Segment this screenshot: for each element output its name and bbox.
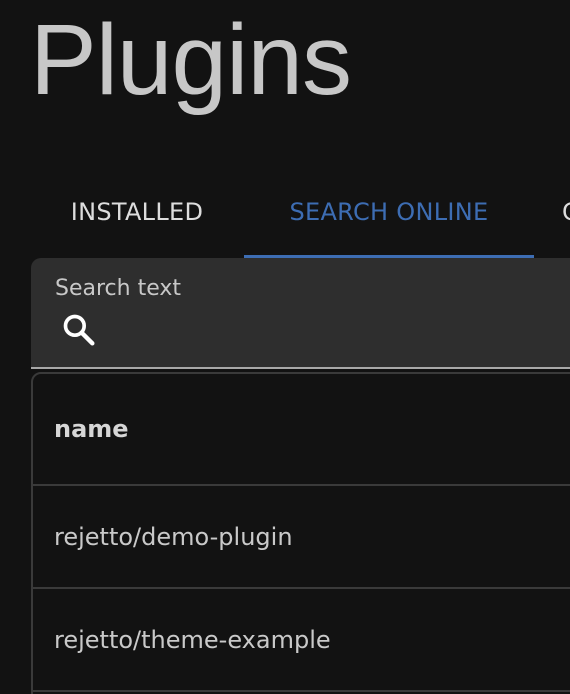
tab-next[interactable]: C [562, 166, 570, 258]
page-title: Plugins [30, 4, 352, 116]
plugins-page: Plugins INSTALLED SEARCH ONLINE C Search… [0, 0, 570, 694]
table-row[interactable]: rejetto/theme-example [33, 589, 570, 692]
tab-search-online[interactable]: SEARCH ONLINE [244, 166, 534, 258]
search-label: Search text [55, 276, 181, 301]
table-row[interactable]: rejetto/demo-plugin [33, 486, 570, 589]
column-header-name[interactable]: name [33, 374, 570, 486]
search-icon [63, 314, 95, 346]
search-input[interactable] [109, 312, 570, 350]
search-field[interactable]: Search text [31, 258, 570, 369]
plugins-table: name rejetto/demo-plugin rejetto/theme-e… [31, 372, 570, 694]
tab-bar: INSTALLED SEARCH ONLINE C [30, 166, 570, 258]
tab-installed[interactable]: INSTALLED [30, 166, 244, 258]
